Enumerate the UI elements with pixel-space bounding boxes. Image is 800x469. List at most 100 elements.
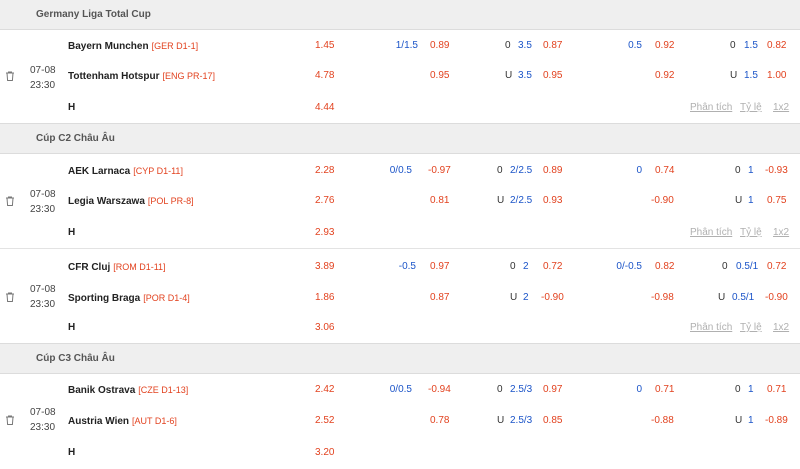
ou-odds[interactable]: 0.72: [543, 260, 562, 274]
odds-1x2[interactable]: 2.93: [315, 226, 334, 240]
odds-1x2[interactable]: 3.89: [315, 260, 334, 274]
ah1-odds[interactable]: -0.98: [651, 291, 674, 305]
ah1-odds[interactable]: -0.88: [651, 414, 674, 428]
link-odds[interactable]: Tỷ lệ: [740, 226, 762, 240]
ou-odds[interactable]: 0.93: [543, 194, 562, 208]
home-row: Bayern Munchen [GER D1-1] 1.45 1/1.5 0.89…: [0, 39, 800, 53]
ou-odds[interactable]: 0.89: [543, 164, 562, 178]
odds-1x2[interactable]: 3.20: [315, 446, 334, 460]
draw-label: H: [68, 227, 76, 238]
league-name: Germany Liga Total Cup: [36, 9, 151, 20]
odds-1x2[interactable]: 1.86: [315, 291, 334, 305]
draw-row: H 3.06 Phân tích Tỷ lệ 1x2: [0, 321, 800, 335]
draw-label: H: [68, 322, 76, 333]
ou-line: 2.5/3: [510, 415, 533, 426]
ou-label: 0: [497, 165, 503, 176]
ah1-odds[interactable]: 0.92: [655, 39, 674, 53]
ah1-line: 0: [636, 384, 642, 395]
ou-label: U: [497, 415, 505, 426]
odds-1x2[interactable]: 2.52: [315, 414, 334, 428]
odds-1x2[interactable]: 4.44: [315, 101, 334, 115]
ou1-odds[interactable]: 1.00: [767, 69, 786, 83]
ah1-odds[interactable]: 0.71: [655, 383, 674, 397]
link-1x2[interactable]: 1x2: [773, 101, 789, 115]
odds-1x2[interactable]: 3.06: [315, 321, 334, 335]
ah-odds[interactable]: 0.81: [430, 194, 449, 208]
ah-line: 1/1.5: [395, 40, 418, 51]
link-analysis[interactable]: Phân tích: [690, 101, 732, 115]
ou1-odds[interactable]: 0.75: [767, 194, 786, 208]
ah-odds[interactable]: 0.89: [430, 39, 449, 53]
ou1-label: 0: [735, 165, 741, 176]
league-header: Cúp C2 Châu Âu: [0, 123, 800, 154]
team-away[interactable]: Sporting Braga [POR D1-4]: [68, 291, 190, 306]
odds-1x2[interactable]: 2.28: [315, 164, 334, 178]
link-odds[interactable]: Tỷ lệ: [740, 101, 762, 115]
ah-odds[interactable]: -0.97: [428, 164, 451, 178]
link-analysis[interactable]: Phân tích: [690, 321, 732, 335]
ah1-odds[interactable]: 0.92: [655, 69, 674, 83]
ou-odds[interactable]: 0.85: [543, 414, 562, 428]
ou1-line: 1: [748, 165, 754, 176]
team-home[interactable]: CFR Cluj [ROM D1-11]: [68, 260, 166, 275]
ah1-line: 0.5: [628, 40, 642, 51]
ah-odds[interactable]: 0.97: [430, 260, 449, 274]
ou1-odds[interactable]: -0.90: [765, 291, 788, 305]
ou1-line: 1: [748, 195, 754, 206]
ou-odds[interactable]: 0.97: [543, 383, 562, 397]
ah1-odds[interactable]: 0.74: [655, 164, 674, 178]
ou-line: 2.5/3: [510, 384, 533, 395]
team-away[interactable]: Austria Wien [AUT D1-6]: [68, 414, 177, 429]
ou1-odds[interactable]: -0.93: [765, 164, 788, 178]
team-away[interactable]: Tottenham Hotspur [ENG PR-17]: [68, 69, 215, 84]
match-block: 07-08 23:30 Bayern Munchen [GER D1-1] 1.4…: [0, 30, 800, 123]
ou-odds[interactable]: 0.95: [543, 69, 562, 83]
away-row: Tottenham Hotspur [ENG PR-17] 4.78 0.95 U…: [0, 69, 800, 83]
ou1-line: 1.5: [744, 70, 758, 81]
link-1x2[interactable]: 1x2: [773, 226, 789, 240]
away-row: Sporting Braga [POR D1-4] 1.86 0.87 U 2 -…: [0, 291, 800, 305]
odds-1x2[interactable]: 2.76: [315, 194, 334, 208]
team-name: Bayern Munchen: [68, 41, 149, 52]
away-row: Legia Warszawa [POL PR-8] 2.76 0.81 U 2/2…: [0, 194, 800, 208]
ah-odds[interactable]: 0.78: [430, 414, 449, 428]
ou1-label: 0: [735, 384, 741, 395]
ou-line: 2/2.5: [510, 165, 533, 176]
ou1-odds[interactable]: 0.72: [767, 260, 786, 274]
link-1x2[interactable]: 1x2: [773, 321, 789, 335]
ah1-odds[interactable]: 0.82: [655, 260, 674, 274]
team-away[interactable]: Legia Warszawa [POL PR-8]: [68, 194, 194, 209]
ah-odds[interactable]: -0.94: [428, 383, 451, 397]
ou1-odds[interactable]: -0.89: [765, 414, 788, 428]
team-rank: [GER D1-1]: [151, 41, 199, 51]
ou1-odds[interactable]: 0.71: [767, 383, 786, 397]
ah1-odds[interactable]: -0.90: [651, 194, 674, 208]
home-row: CFR Cluj [ROM D1-11] 3.89 -0.5 0.97 0 2 0…: [0, 260, 800, 274]
ou1-label: 0: [722, 261, 728, 272]
team-rank: [AUT D1-6]: [132, 416, 177, 426]
odds-1x2[interactable]: 2.42: [315, 383, 334, 397]
link-analysis[interactable]: Phân tích: [690, 226, 732, 240]
team-home[interactable]: AEK Larnaca [CYP D1-11]: [68, 164, 183, 179]
odds-1x2[interactable]: 4.78: [315, 69, 334, 83]
team-home[interactable]: Bayern Munchen [GER D1-1]: [68, 39, 198, 54]
ou1-label: U: [735, 195, 743, 206]
ou-odds[interactable]: -0.90: [541, 291, 564, 305]
link-odds[interactable]: Tỷ lệ: [740, 321, 762, 335]
match-block: 07-08 23:30 AEK Larnaca [CYP D1-11] 2.28 …: [0, 154, 800, 248]
draw-label: H: [68, 447, 76, 458]
ah-odds[interactable]: 0.95: [430, 69, 449, 83]
ou-label: 0: [497, 384, 503, 395]
ou-line: 2: [523, 261, 529, 272]
team-home[interactable]: Banik Ostrava [CZE D1-13]: [68, 383, 188, 398]
away-row: Austria Wien [AUT D1-6] 2.52 0.78 U 2.5/3…: [0, 414, 800, 428]
team-rank: [ROM D1-11]: [113, 262, 166, 272]
ou1-line: 0.5/1: [736, 261, 759, 272]
team-name: Tottenham Hotspur: [68, 71, 160, 82]
ou-odds[interactable]: 0.87: [543, 39, 562, 53]
draw-row: H 3.20: [0, 446, 800, 460]
team-name: Banik Ostrava: [68, 385, 136, 396]
ah-odds[interactable]: 0.87: [430, 291, 449, 305]
ou1-odds[interactable]: 0.82: [767, 39, 786, 53]
odds-1x2[interactable]: 1.45: [315, 39, 334, 53]
